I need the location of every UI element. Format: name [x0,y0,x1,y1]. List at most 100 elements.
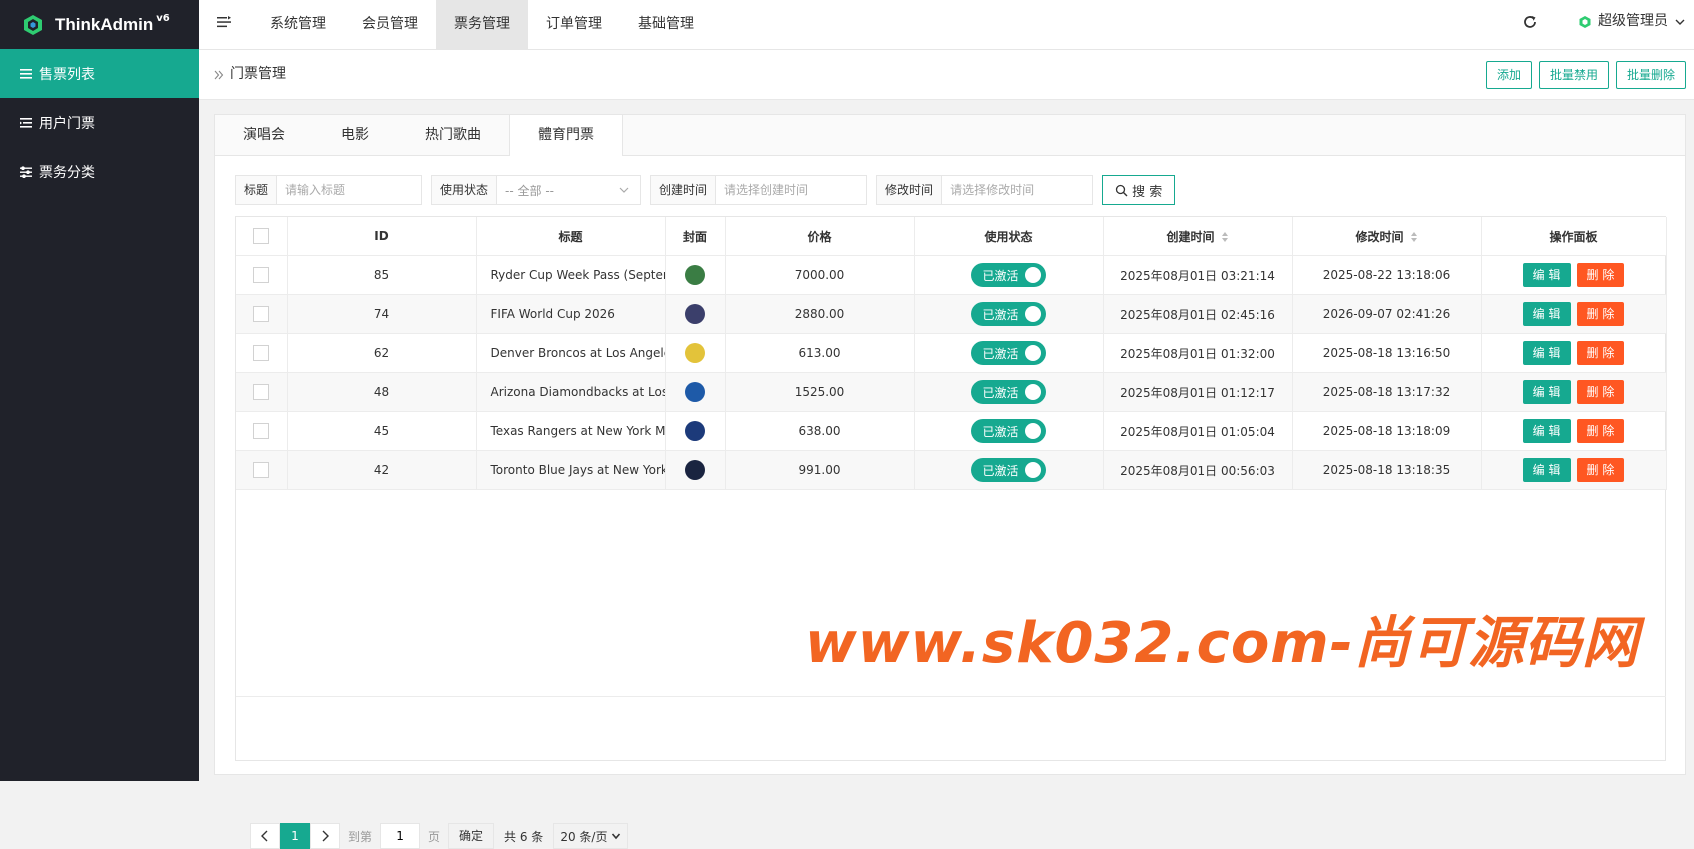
delete-button[interactable]: 删 除 [1576,341,1625,365]
row-checkbox[interactable] [253,423,270,439]
status-toggle-label: 已激活 [982,307,1019,322]
modify-time-input[interactable] [942,176,1093,204]
page-button-current[interactable]: 1 [280,823,310,849]
select-all-cell [236,217,288,256]
row-modified: 2025-08-18 13:16:50 [1292,333,1482,373]
add-button[interactable]: 添加 [1485,61,1532,89]
status-toggle-label: 已激活 [982,424,1019,439]
list-icon [20,68,32,79]
row-select-cell [236,333,288,373]
sidebar-item-ticket-category[interactable]: 票务分类 [0,147,199,196]
status-toggle[interactable]: 已激活 [971,302,1046,326]
title-input[interactable] [277,176,422,204]
row-modified: 2026-09-07 02:41:26 [1292,294,1482,334]
cover-image[interactable] [685,460,705,480]
row-status-cell: 已激活 [914,333,1104,373]
topnav-item-system[interactable]: 系统管理 [252,0,344,49]
status-toggle[interactable]: 已激活 [971,458,1046,482]
table-row: 45 Texas Rangers at New York Mets 638.00 已激… [236,411,1667,451]
ticket-table: ID 标题 封面 价格 使用状态 创建时间 修改时间 操作面板 85 Ryder … [235,216,1667,849]
page-jump-input[interactable] [380,823,421,849]
status-toggle[interactable]: 已激活 [971,341,1046,365]
row-status-cell: 已激活 [914,450,1104,490]
status-toggle[interactable]: 已激活 [971,380,1046,404]
cover-image[interactable] [685,421,705,441]
status-toggle[interactable]: 已激活 [971,263,1046,287]
next-page-button[interactable] [310,823,340,849]
batch-disable-button[interactable]: 批量禁用 [1538,61,1609,89]
row-created: 2025年08月01日 03:21:14 [1103,255,1293,295]
row-ops-cell: 编 辑删 除 [1481,450,1667,490]
row-cover-cell [665,333,726,373]
row-ops-cell: 编 辑删 除 [1481,411,1667,451]
page-confirm-button[interactable]: 确定 [448,823,495,849]
header-created[interactable]: 创建时间 [1103,217,1293,256]
topnav-item-members[interactable]: 会员管理 [344,0,436,49]
toggle-knob [1024,306,1041,322]
edit-button[interactable]: 编 辑 [1522,302,1571,326]
topnav-item-tickets[interactable]: 票务管理 [436,0,528,49]
tab-sports-tickets[interactable]: 體育門票 [509,115,623,156]
header-modified[interactable]: 修改时间 [1292,217,1482,256]
row-title: Texas Rangers at New York Mets [476,411,666,451]
page-size-select[interactable]: 20 条/页 [553,823,629,849]
tab-hot-songs[interactable]: 热门歌曲 [397,115,509,155]
batch-delete-button[interactable]: 批量删除 [1615,61,1686,89]
row-id: 42 [287,450,477,490]
row-checkbox[interactable] [253,345,270,361]
row-modified: 2025-08-22 13:18:06 [1292,255,1482,295]
status-toggle-label: 已激活 [982,268,1019,283]
delete-button[interactable]: 删 除 [1576,263,1625,287]
edit-button[interactable]: 编 辑 [1522,419,1571,443]
status-select[interactable]: -- 全部 -- [497,176,640,204]
cover-image[interactable] [685,343,705,363]
row-cover-cell [665,372,726,412]
header-modified-label: 修改时间 [1355,229,1404,244]
prev-page-button[interactable] [250,823,280,849]
edit-button[interactable]: 编 辑 [1522,341,1571,365]
tab-movie[interactable]: 电影 [313,115,397,155]
filter-bar: 标题 使用状态 -- 全部 -- 创建时间 修改时间 搜 索 [235,175,1176,205]
status-toggle[interactable]: 已激活 [971,419,1046,443]
row-checkbox[interactable] [253,384,270,400]
row-created: 2025年08月01日 01:32:00 [1103,333,1293,373]
sidebar-item-label: 票务分类 [39,164,95,181]
cover-image[interactable] [685,304,705,324]
edit-button[interactable]: 编 辑 [1522,263,1571,287]
chevron-right-icon [322,830,329,842]
search-button[interactable]: 搜 索 [1102,175,1176,205]
toggle-knob [1024,345,1041,361]
sidebar-item-label: 用户门票 [39,115,95,132]
topnav-item-orders[interactable]: 订单管理 [528,0,620,49]
category-tabs: 演唱会 电影 热门歌曲 體育門票 [215,115,1685,156]
edit-button[interactable]: 编 辑 [1522,458,1571,482]
row-checkbox[interactable] [253,306,270,322]
row-checkbox[interactable] [253,462,270,478]
topnav-item-basic[interactable]: 基础管理 [620,0,712,49]
sidebar-item-ticket-list[interactable]: 售票列表 [0,49,199,98]
table-row: 74 FIFA World Cup 2026 2880.00 已激活 2025年08月0… [236,294,1667,334]
status-filter-label: 使用状态 [432,176,498,204]
pagination: 1 到第 页 确定 共 6 条 20 条/页 [250,823,629,849]
logo[interactable]: ThinkAdmin v6 [0,0,199,49]
search-icon [1115,184,1128,196]
select-all-checkbox[interactable] [253,228,270,244]
delete-button[interactable]: 删 除 [1576,380,1625,404]
menu-toggle-icon[interactable] [216,14,232,30]
delete-button[interactable]: 删 除 [1576,419,1625,443]
row-ops-cell: 编 辑删 除 [1481,333,1667,373]
sidebar-item-user-tickets[interactable]: 用户门票 [0,98,199,147]
delete-button[interactable]: 删 除 [1576,458,1625,482]
cover-image[interactable] [685,265,705,285]
tab-concert[interactable]: 演唱会 [215,115,313,155]
edit-button[interactable]: 编 辑 [1522,380,1571,404]
cover-image[interactable] [685,382,705,402]
chevron-down-icon [619,187,629,193]
delete-button[interactable]: 删 除 [1576,302,1625,326]
refresh-icon[interactable] [1522,14,1538,30]
row-checkbox[interactable] [253,267,270,283]
user-menu[interactable]: 超级管理员 [1578,0,1686,43]
create-time-input[interactable] [716,176,867,204]
sliders-icon [20,165,32,178]
row-ops-cell: 编 辑删 除 [1481,294,1667,334]
